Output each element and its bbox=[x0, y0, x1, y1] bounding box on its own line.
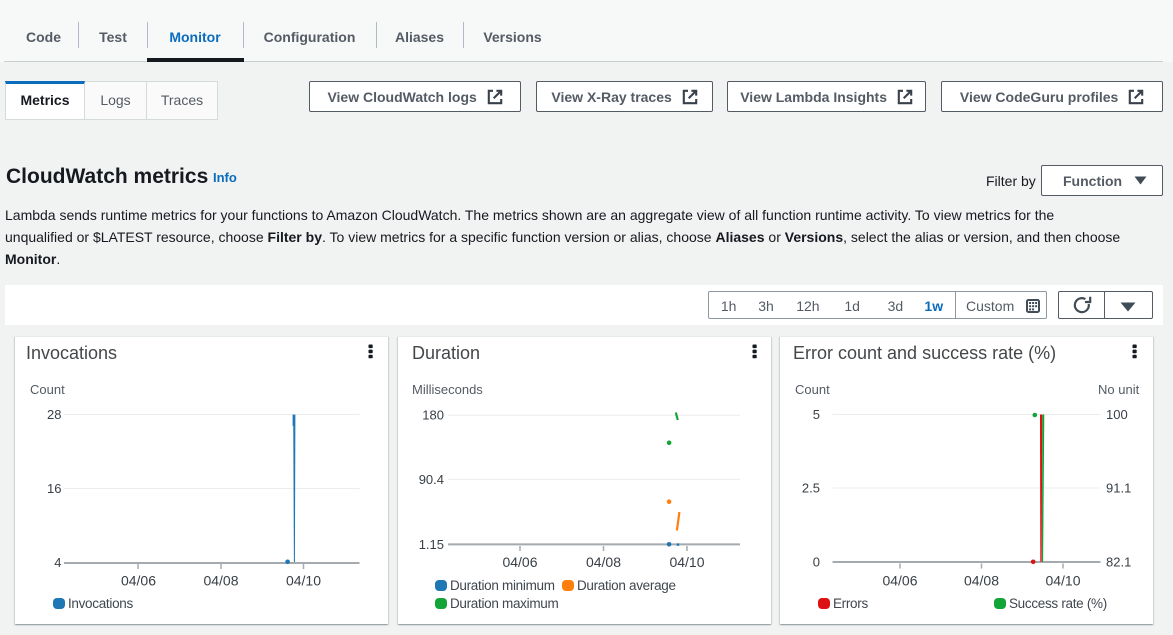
svg-text:04/08: 04/08 bbox=[586, 554, 621, 570]
svg-text:04/06: 04/06 bbox=[121, 573, 156, 589]
svg-text:91.1: 91.1 bbox=[1106, 481, 1131, 496]
svg-text:1.15: 1.15 bbox=[419, 537, 444, 552]
svg-text:04/06: 04/06 bbox=[502, 554, 537, 570]
svg-text:4: 4 bbox=[54, 555, 61, 570]
svg-text:0: 0 bbox=[813, 555, 820, 570]
svg-text:04/10: 04/10 bbox=[669, 554, 704, 570]
svg-text:04/10: 04/10 bbox=[1045, 573, 1080, 589]
svg-text:5: 5 bbox=[813, 407, 820, 422]
svg-text:180: 180 bbox=[422, 408, 444, 423]
svg-text:16: 16 bbox=[47, 481, 61, 496]
svg-text:04/10: 04/10 bbox=[286, 573, 321, 589]
svg-text:04/06: 04/06 bbox=[882, 573, 917, 589]
svg-text:28: 28 bbox=[47, 407, 61, 422]
svg-text:90.4: 90.4 bbox=[419, 472, 444, 487]
svg-text:82.1: 82.1 bbox=[1106, 555, 1131, 570]
svg-text:100: 100 bbox=[1106, 407, 1128, 422]
svg-text:2.5: 2.5 bbox=[802, 481, 820, 496]
svg-text:04/08: 04/08 bbox=[964, 573, 999, 589]
svg-text:04/08: 04/08 bbox=[203, 573, 238, 589]
